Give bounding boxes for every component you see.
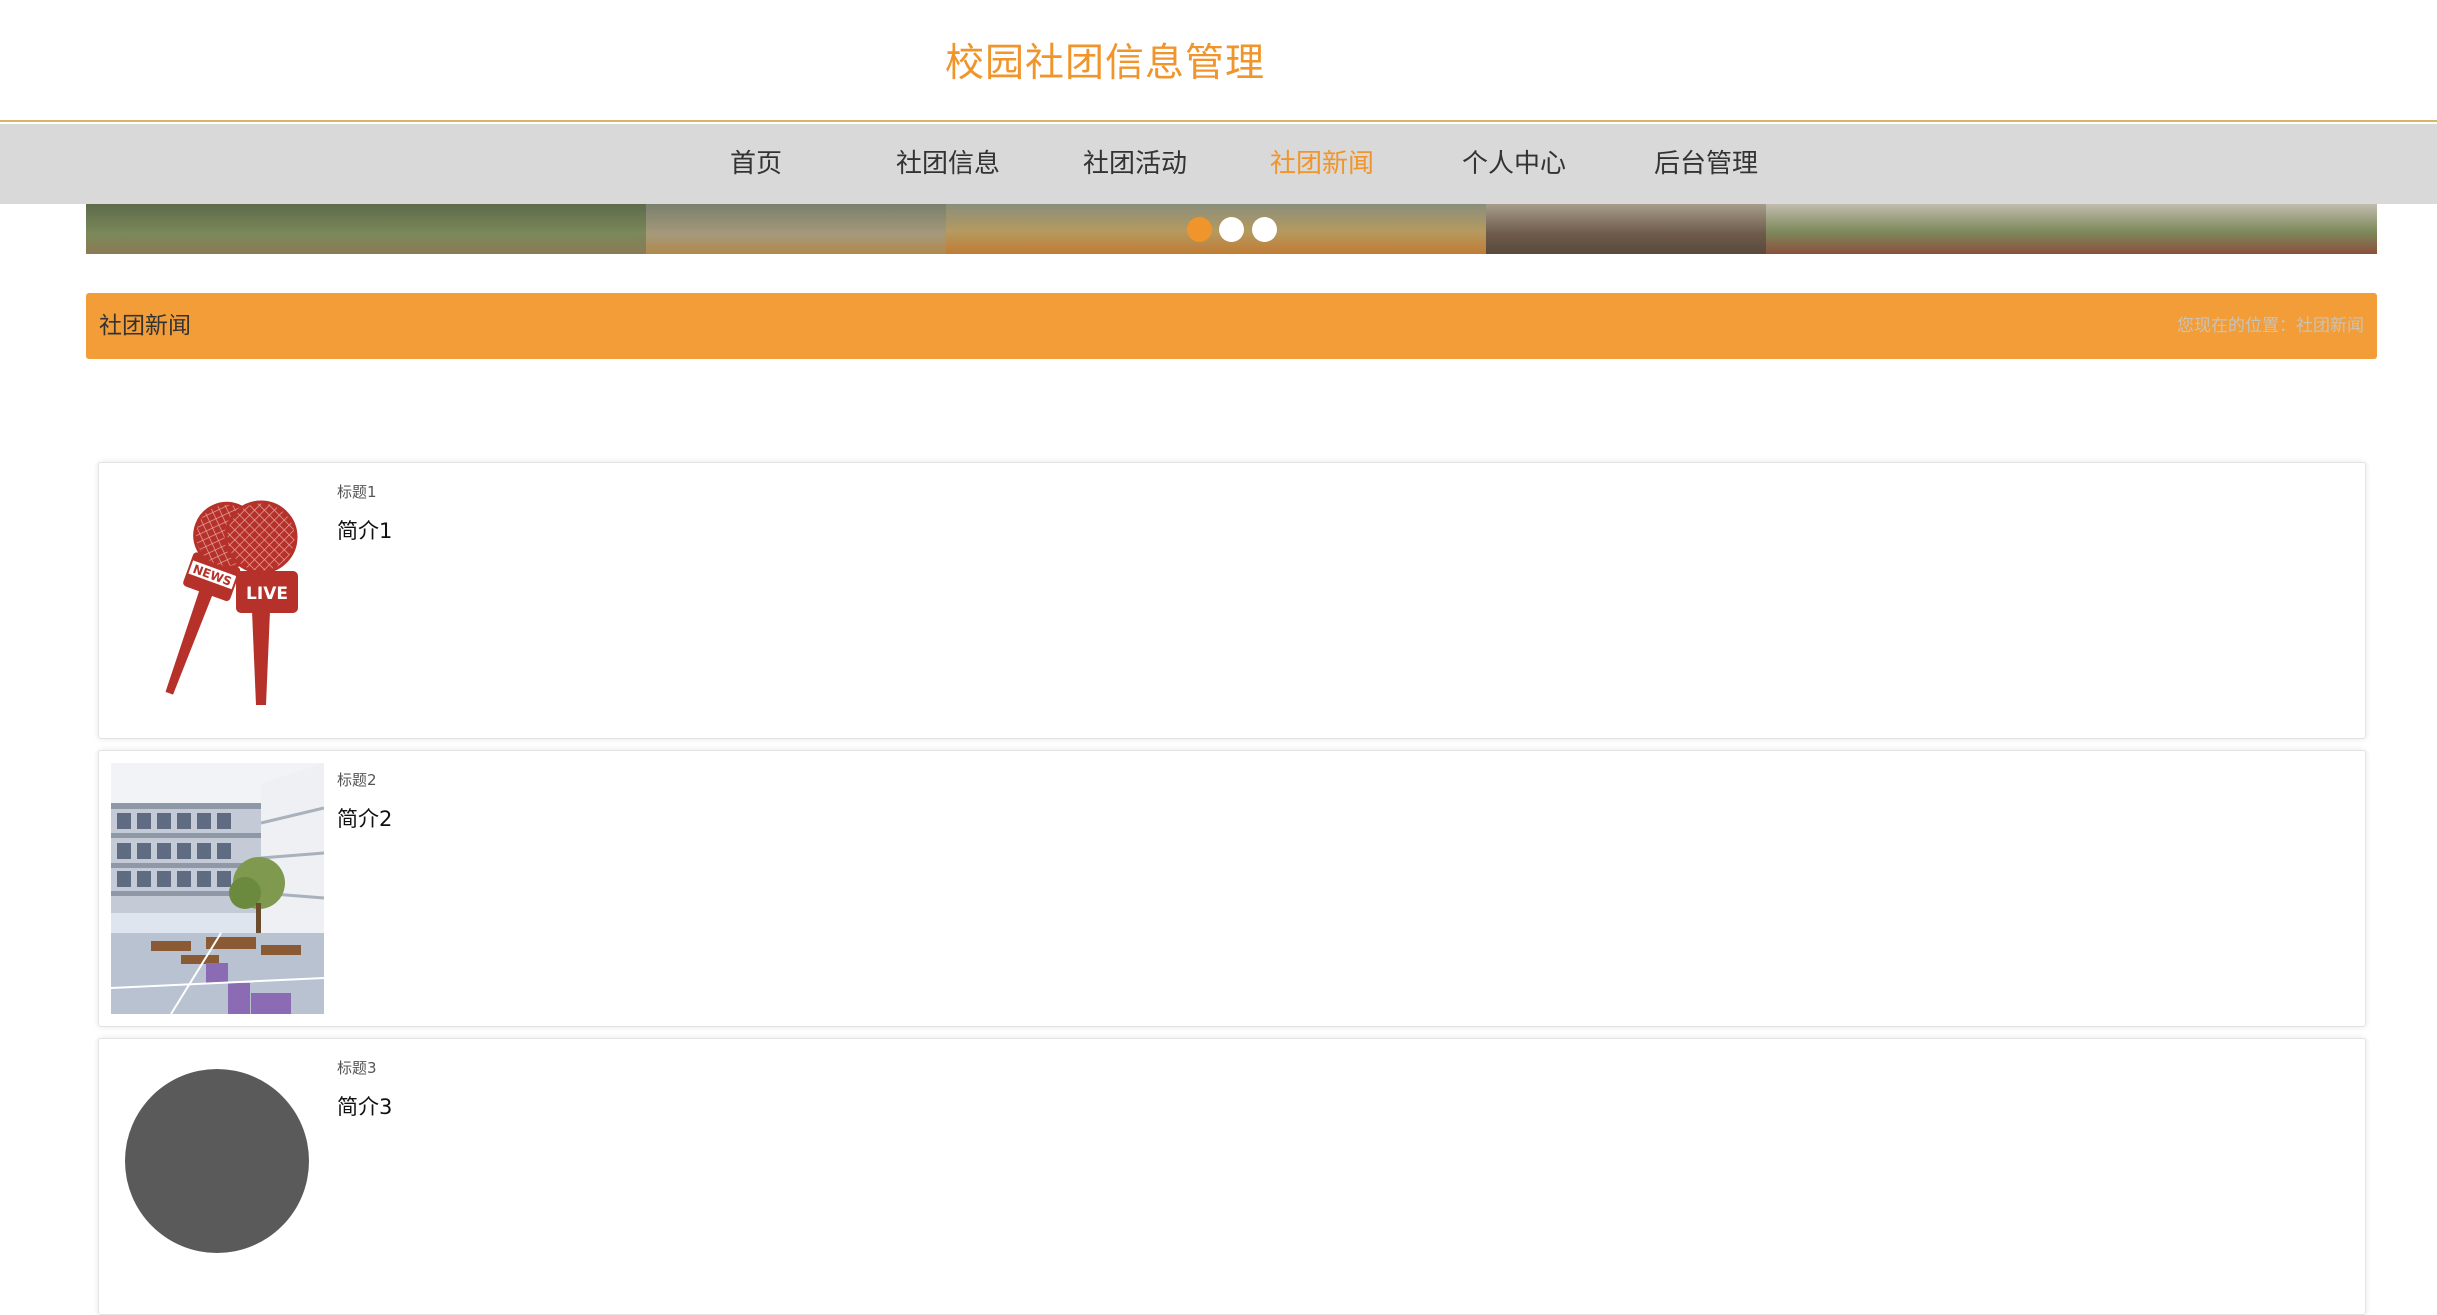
nav-item-club-activities[interactable]: 社团活动 [1077,124,1193,204]
banner-image [86,204,646,254]
news-live-microphones-icon: NEWS LIVE [165,500,298,705]
news-item[interactable]: NEWS LIVE 标题1 简介1 [98,462,2366,739]
nav-item-club-news[interactable]: 社团新闻 [1264,124,1380,204]
banner-image [1766,204,2377,254]
news-title[interactable]: 标题3 [337,1057,377,1078]
gray-circle-image [125,1069,309,1253]
carousel-dot-1[interactable] [1187,217,1212,242]
site-title: 校园社团信息管理 [945,41,1266,86]
breadcrumb: 您现在的位置：社团新闻 [2177,293,2364,359]
carousel-dot-2[interactable] [1219,217,1244,242]
breadcrumb-current[interactable]: 社团新闻 [2296,316,2364,336]
nav-item-personal-center[interactable]: 个人中心 [1456,124,1572,204]
news-intro: 简介3 [337,1095,393,1119]
section-header: 社团新闻 您现在的位置：社团新闻 [86,293,2377,359]
news-title[interactable]: 标题1 [337,481,377,502]
svg-text:LIVE: LIVE [246,584,288,604]
section-title: 社团新闻 [99,313,191,339]
banner-image [1486,204,1766,254]
news-thumbnail [111,763,324,1014]
site-header: 校园社团信息管理 [0,0,2437,122]
news-item[interactable]: 标题2 简介2 [98,750,2366,1027]
carousel-dot-3[interactable] [1252,217,1277,242]
news-title[interactable]: 标题2 [337,769,377,790]
news-item[interactable]: 标题3 简介3 [98,1038,2366,1315]
news-intro: 简介1 [337,519,393,543]
news-thumbnail [111,1051,324,1302]
news-thumbnail: NEWS LIVE [111,475,324,726]
main-nav: 首页 社团信息 社团活动 社团新闻 个人中心 后台管理 [0,124,2437,204]
banner-image [646,204,946,254]
nav-item-admin[interactable]: 后台管理 [1648,124,1764,204]
news-intro: 简介2 [337,807,393,831]
breadcrumb-prefix: 您现在的位置： [2177,316,2296,336]
nav-item-home[interactable]: 首页 [716,124,796,204]
nav-item-club-info[interactable]: 社团信息 [890,124,1006,204]
banner-image [946,204,1486,254]
campus-building-photo [111,763,324,1014]
